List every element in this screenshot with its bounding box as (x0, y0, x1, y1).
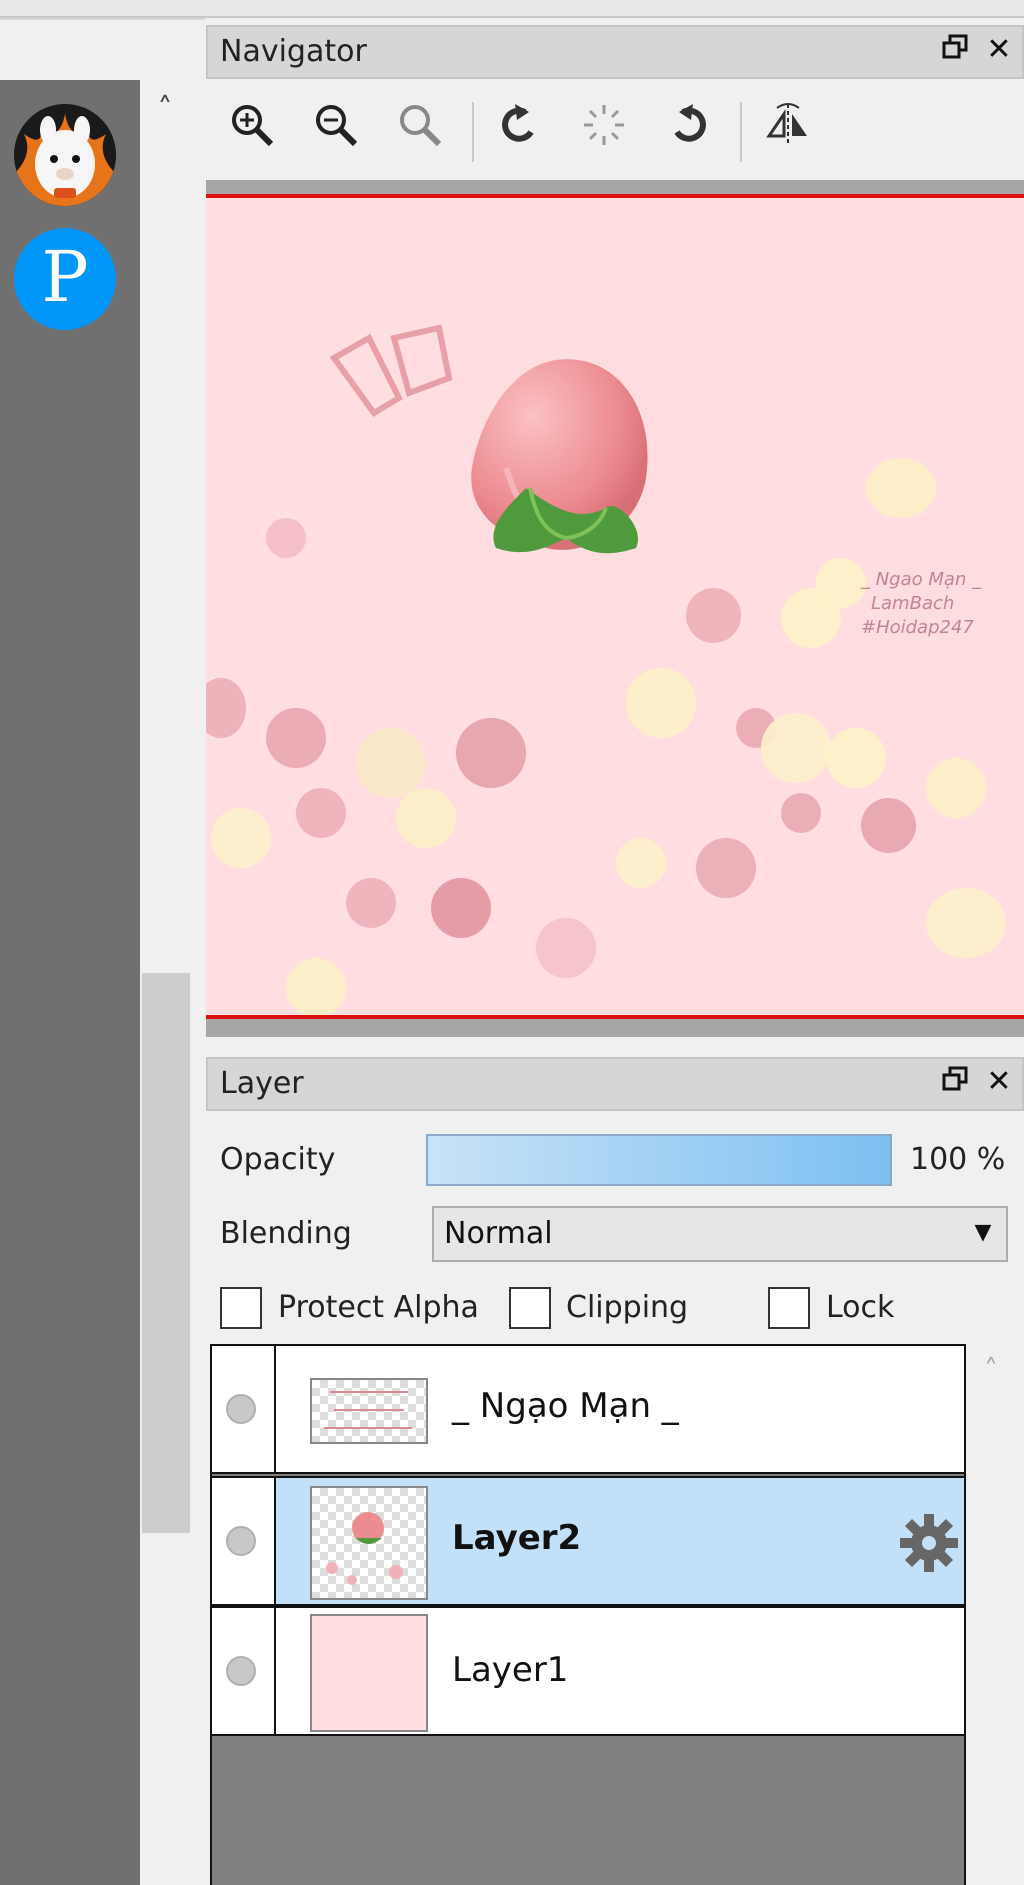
clipping-label: Clipping (566, 1290, 689, 1325)
visibility-icon[interactable] (226, 1394, 256, 1424)
top-left-area (0, 18, 205, 80)
zoom-in-icon[interactable] (222, 100, 282, 160)
gear-icon[interactable] (898, 1512, 960, 1574)
blending-value: Normal (444, 1216, 553, 1251)
visibility-icon[interactable] (226, 1656, 256, 1686)
layer-row[interactable]: Layer1 (210, 1606, 966, 1736)
navigator-title-text: Navigator (220, 34, 367, 69)
protect-alpha-label: Protect Alpha (278, 1290, 479, 1325)
watermark-line-1: _ Ngao Mạn _ (861, 569, 982, 590)
close-icon[interactable]: ✕ (982, 1065, 1016, 1099)
opacity-label: Opacity (220, 1142, 336, 1177)
layer-thumbnail (310, 1486, 428, 1600)
layer-name: Layer2 (452, 1518, 582, 1558)
rotate-reset-icon[interactable] (574, 100, 634, 160)
toolbar-separator (740, 102, 742, 162)
rotate-right-icon[interactable] (658, 100, 718, 160)
navigator-toolbar (206, 80, 1024, 180)
watermark-line-2: LamBach (871, 593, 955, 614)
decor-outline-shapes (329, 324, 453, 417)
side-scrollbar-thumb[interactable] (142, 973, 190, 1533)
left-rail (0, 80, 140, 1885)
opacity-slider[interactable] (426, 1134, 892, 1186)
close-icon[interactable]: ✕ (982, 33, 1016, 67)
layer-row[interactable]: _ Ngạo Mạn _ (210, 1344, 966, 1474)
navigator-preview[interactable]: _ Ngao Mạn _ LamBach #Hoidap247 (206, 194, 1024, 1019)
layer-row-selected[interactable]: Layer2 (210, 1476, 966, 1606)
blending-select[interactable]: Normal (432, 1206, 1008, 1262)
opacity-value: 100 % (910, 1142, 1006, 1177)
visibility-cell[interactable] (212, 1608, 276, 1734)
top-strip (0, 0, 1024, 18)
rotate-left-icon[interactable] (490, 100, 550, 160)
protect-alpha-checkbox[interactable] (220, 1287, 262, 1329)
avatar-alpaca-icon[interactable] (14, 104, 116, 206)
peach-illustration (471, 359, 648, 554)
toolbar-separator (472, 102, 474, 162)
clipping-checkbox[interactable] (509, 1287, 551, 1329)
float-panel-icon[interactable] (938, 1065, 972, 1099)
flip-horizontal-icon[interactable] (758, 100, 818, 160)
lock-label: Lock (826, 1290, 895, 1325)
chevron-up-icon[interactable]: ˄ (976, 1355, 1006, 1385)
visibility-cell[interactable] (212, 1346, 276, 1472)
zoom-out-icon[interactable] (306, 100, 366, 160)
lock-checkbox[interactable] (768, 1287, 810, 1329)
pixiv-icon[interactable]: P (14, 228, 116, 330)
chevron-up-icon[interactable]: ˄ (150, 95, 180, 125)
zoom-fit-icon[interactable] (390, 100, 450, 160)
layer-panel-title: Layer (206, 1057, 1024, 1111)
visibility-cell[interactable] (212, 1478, 276, 1604)
watermark-line-3: #Hoidap247 (861, 617, 974, 638)
navigator-panel-title: Navigator (206, 25, 1024, 79)
blending-label: Blending (220, 1216, 352, 1251)
visibility-icon[interactable] (226, 1526, 256, 1556)
layer-name: Layer1 (452, 1650, 569, 1690)
layer-name: _ Ngạo Mạn _ (452, 1386, 679, 1426)
chevron-down-icon: ▼ (974, 1220, 992, 1245)
float-panel-icon[interactable] (938, 33, 972, 67)
layer-thumbnail (310, 1378, 428, 1444)
layer-title-text: Layer (220, 1066, 304, 1101)
layer-thumbnail (310, 1614, 428, 1732)
